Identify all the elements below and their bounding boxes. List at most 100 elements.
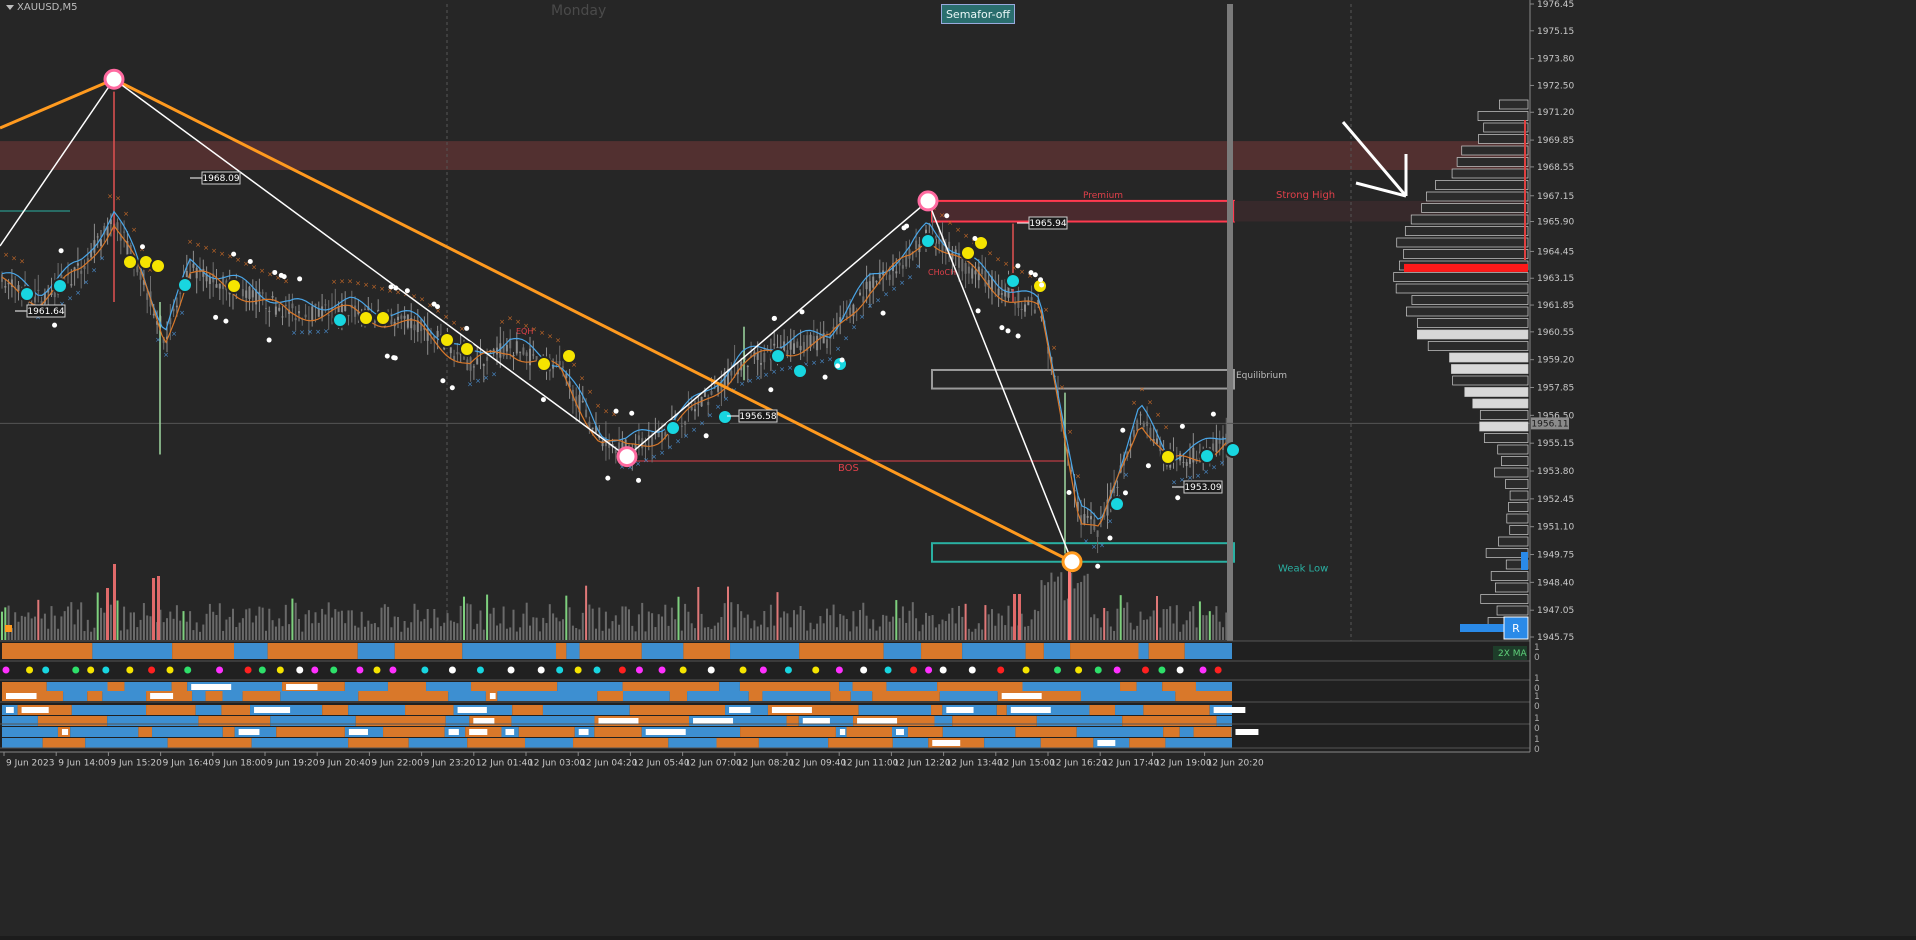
price-tick-label: 1972.50 [1537,81,1574,91]
subpanel-highlight [348,729,368,735]
swing-point-marker[interactable] [1061,551,1083,573]
candle-body [271,296,274,298]
trail-cross: × [155,336,161,344]
volume-bar [634,631,637,640]
subpanel-segment [1040,738,1094,748]
volume-bar [885,615,888,640]
volume-bar [657,614,660,640]
volume-bar [222,630,225,640]
volume-bar [251,622,254,640]
volume-bar [446,613,449,640]
candle-body [826,339,828,349]
volume-bar [489,613,492,640]
swing-point-marker[interactable] [917,190,939,212]
subpanel-segment [405,705,454,715]
white-dot [629,410,635,416]
trail-cross: × [523,322,529,330]
candle-body [697,403,700,405]
volume-bar [1086,573,1089,640]
candle-body [251,290,254,298]
subpanel-highlight [771,707,812,713]
trail-cross: × [723,395,729,403]
trail-cross: × [755,374,761,382]
swing-point-marker[interactable] [616,446,638,468]
volume-bar [34,616,36,640]
subpanel-scale-bottom: 0 [1534,724,1540,734]
trail-cross: × [219,250,225,258]
signal-dot [126,666,134,674]
volume-bar [53,615,56,640]
time-tick-label: 9 Jun 23:20 [424,759,476,769]
trail-cross: × [515,318,521,326]
price-tick-label: 1953.80 [1537,467,1574,477]
volume-bar [882,614,885,640]
candle-body [472,366,475,368]
signal-dot [311,666,319,674]
subpanel-segment [195,705,222,715]
subpanel-segment [92,643,173,659]
profile-bar [1435,180,1529,190]
volume-bar [954,623,957,640]
volume-bar [911,602,914,640]
volume-bar [1132,629,1135,640]
price-chart-svg[interactable]: Premium Strong High Equilibrium Weak Low BOS… [0,0,1916,936]
volume-bar [185,621,188,640]
profile-bar [1396,237,1529,248]
candle-body [482,364,485,367]
volume-bar [1119,595,1122,640]
volume-bar [512,609,515,640]
candle-body [172,308,175,312]
volume-bar [664,604,667,640]
price-tick-label: 1963.15 [1537,274,1574,284]
premium-zone-box[interactable] [931,199,1235,223]
profile-bar [1496,605,1529,616]
volume-bar [1182,624,1185,640]
subpanel-segment [579,643,642,659]
volume-bar [7,605,10,640]
volume-bar [380,607,383,640]
volume-bar [901,606,904,640]
candle-body [245,290,248,298]
yellow-signal-marker [459,341,475,357]
swing-point-marker[interactable] [103,68,125,90]
volume-bar [400,631,403,640]
volume-bar [703,627,706,640]
price-label-text: 1968.09 [202,174,239,184]
trail-cross: × [851,324,857,332]
trail-cross: × [899,279,905,287]
trail-cross: × [355,279,361,287]
volume-bar [443,622,446,640]
subpanel-segment [542,705,630,715]
volume-bar [238,622,241,640]
trail-cross: × [347,277,353,285]
volume-bar [753,620,756,640]
subpanel-segment [348,738,409,748]
candle-body [1218,439,1221,444]
volume-bar [991,609,993,640]
volume-bar [763,610,766,640]
subpanel-segment [42,738,86,748]
volume-bar [202,624,205,640]
dropdown-icon[interactable] [6,4,14,10]
candle-body [96,236,99,238]
white-dot [1175,495,1181,501]
subpanel-segment [267,643,358,659]
subpanel-segment [907,727,943,737]
subpanel-segment [497,691,598,701]
candle-body [967,266,970,274]
trail-cross: × [947,219,953,227]
volume-bar [162,622,165,640]
volume-bar [529,625,531,640]
candle-body [974,270,977,275]
trading-chart[interactable]: Premium Strong High Equilibrium Weak Low BOS… [0,0,1916,936]
volume-bar [855,626,858,640]
volume-bar [30,618,33,640]
time-tick-label: 9 Jun 15:20 [110,759,162,769]
volume-bar [793,610,795,640]
semafor-toggle-button[interactable]: Semafor-off [941,4,1015,24]
candle-body [816,335,819,351]
subpanel-segment [758,738,829,748]
volume-bar [575,628,578,640]
volume-bar [1027,625,1030,640]
volume-bar [717,622,720,640]
